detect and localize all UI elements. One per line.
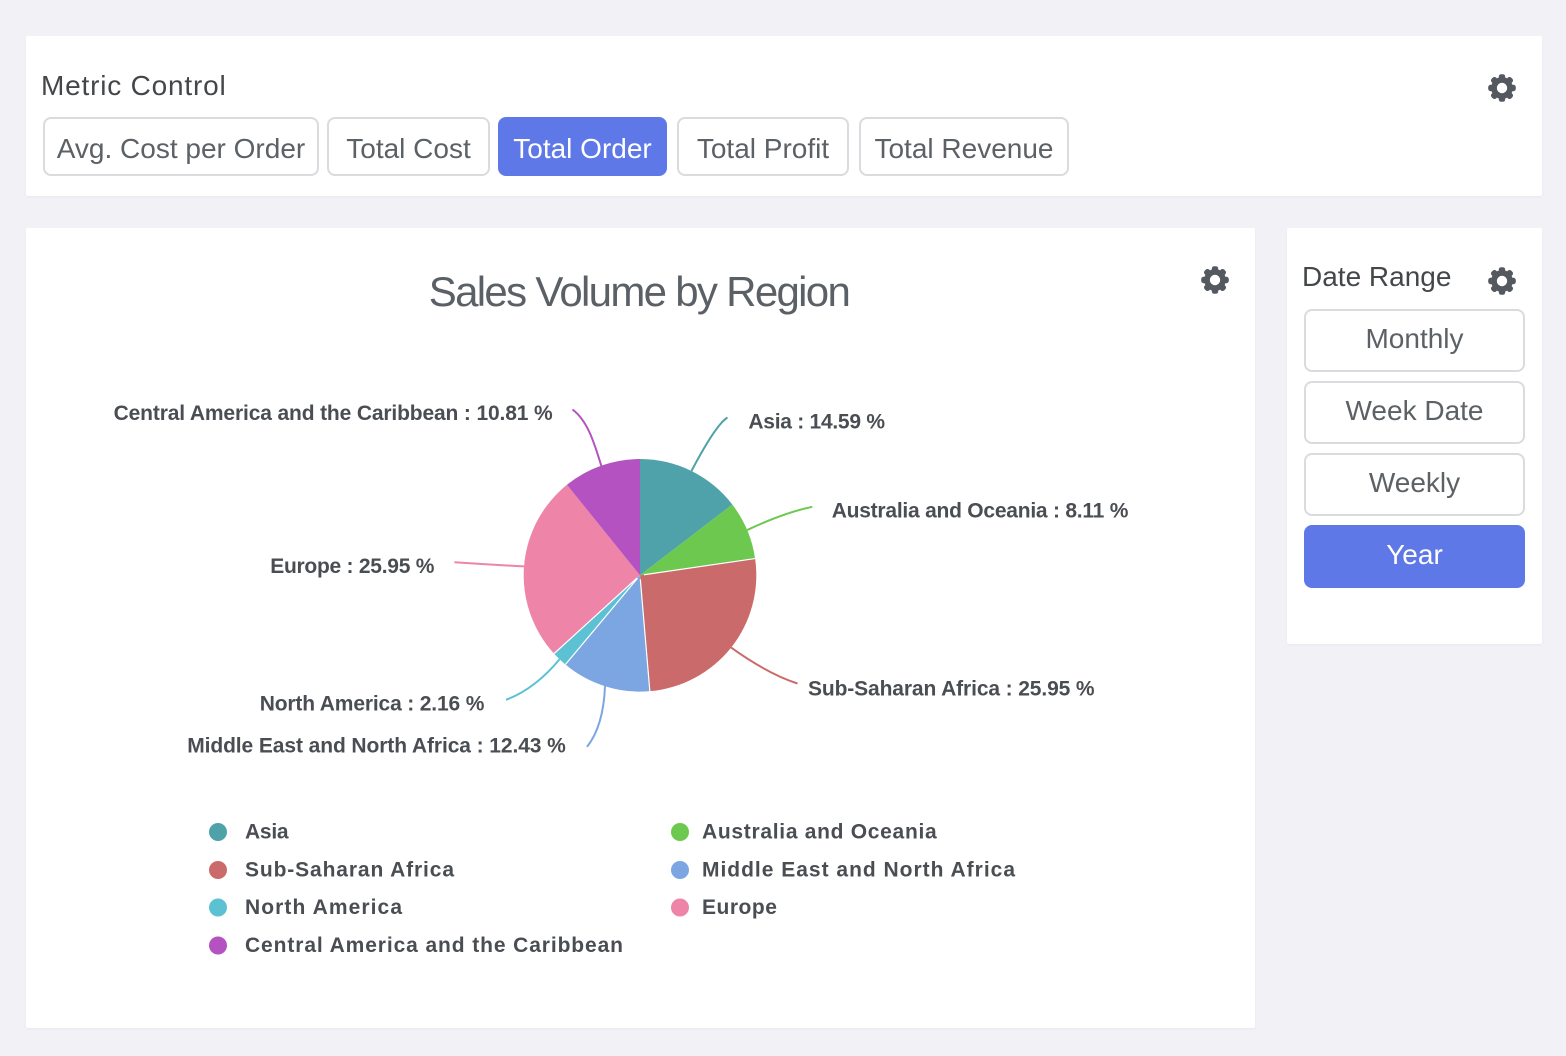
svg-text:Sub-Saharan Africa: Sub-Saharan Africa — [245, 859, 454, 882]
svg-text:Australia and Oceania: Australia and Oceania — [702, 821, 937, 844]
svg-text:Middle East and North Africa :: Middle East and North Africa : 12.43 % — [187, 735, 566, 758]
svg-text:Middle East and North Africa: Middle East and North Africa — [702, 859, 1015, 882]
svg-text:North America: North America — [245, 896, 402, 919]
svg-text:Central America and the Caribb: Central America and the Caribbean : 10.8… — [114, 402, 553, 425]
svg-text:Europe: Europe — [702, 896, 777, 919]
svg-text:Sales Volume by Region: Sales Volume by Region — [429, 268, 851, 315]
svg-text:Sub-Saharan Africa : 25.95 %: Sub-Saharan Africa : 25.95 % — [808, 678, 1095, 701]
svg-text:Central America and the Caribb: Central America and the Caribbean — [245, 934, 623, 957]
svg-text:Australia and Oceania : 8.11 %: Australia and Oceania : 8.11 % — [832, 499, 1129, 522]
svg-text:Asia: Asia — [245, 821, 289, 844]
svg-text:North America : 2.16 %: North America : 2.16 % — [260, 693, 485, 716]
svg-text:Europe : 25.95 %: Europe : 25.95 % — [270, 555, 435, 578]
svg-text:Asia : 14.59 %: Asia : 14.59 % — [748, 410, 885, 433]
